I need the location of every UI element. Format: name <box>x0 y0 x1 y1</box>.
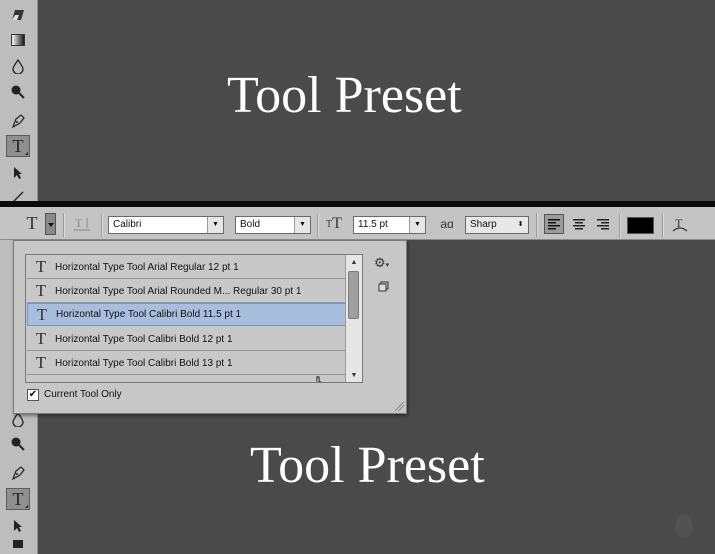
separator <box>317 213 319 237</box>
type-tool-preset-icon: T <box>26 212 38 233</box>
current-tool-only-checkbox[interactable]: ✔ <box>27 389 39 401</box>
options-bar: T T Calibri ▼ Bold ▼ TT 11.5 pt ▼ aɑ Sha… <box>0 207 715 240</box>
top-title: Tool Preset <box>227 67 462 124</box>
font-size-select[interactable]: 11.5 pt ▼ <box>353 216 426 234</box>
gear-menu-icon[interactable]: ⚙▾ <box>374 255 389 271</box>
preset-label: Horizontal Type Tool Calibri Bold 13 pt … <box>55 357 233 369</box>
blur-tool-icon[interactable] <box>6 55 30 77</box>
tools-panel-top: T <box>0 0 38 203</box>
font-family-value: Calibri <box>113 219 142 230</box>
list-item[interactable]: T Horizontal Type Tool Arial Rounded M..… <box>27 280 346 303</box>
font-size-icon: TT <box>326 215 342 232</box>
preset-label: Horizontal Type Tool Arial Rounded M... … <box>55 285 302 297</box>
pen-tool-icon[interactable] <box>6 110 30 132</box>
type-preset-icon: T <box>35 329 47 348</box>
anti-alias-icon: aɑ <box>436 214 458 234</box>
font-size-value: 11.5 pt <box>358 219 388 230</box>
toggle-text-orientation-icon[interactable]: T <box>72 214 92 234</box>
separator <box>536 213 538 237</box>
list-item[interactable]: T Horizontal Type Tool Arial Regular 12 … <box>27 256 346 279</box>
type-tool-icon[interactable]: T <box>6 135 30 157</box>
type-preset-icon: T <box>35 281 47 300</box>
align-right-button[interactable] <box>593 214 613 234</box>
preset-list-scrollbar[interactable]: ▲ ▼ <box>345 255 362 382</box>
list-item[interactable]: T Horizontal Type Tool Calibri Bold 12 p… <box>27 328 346 351</box>
new-preset-icon[interactable] <box>378 281 389 295</box>
font-family-select[interactable]: Calibri ▼ <box>108 216 224 234</box>
separator <box>63 213 65 237</box>
type-tool-icon[interactable]: T <box>6 488 30 510</box>
anti-alias-value: Sharp <box>470 219 497 230</box>
dodge-tool-icon[interactable] <box>6 81 30 103</box>
font-style-select[interactable]: Bold ▼ <box>235 216 311 234</box>
font-style-value: Bold <box>240 219 261 230</box>
separator <box>101 213 103 237</box>
anti-alias-select[interactable]: Sharp ⬍ <box>465 216 529 234</box>
tool-preset-picker-button[interactable] <box>45 213 56 235</box>
type-preset-icon: T <box>35 257 47 276</box>
chevron-down-icon: ▼ <box>294 217 310 233</box>
preset-list: T Horizontal Type Tool Arial Regular 12 … <box>25 254 363 383</box>
path-selection-icon[interactable] <box>6 162 30 184</box>
spinner-icon: ⬍ <box>517 221 524 228</box>
preset-label: Horizontal Type Tool Calibri Bold 11.5 p… <box>56 309 242 320</box>
resize-grip-icon[interactable] <box>395 402 404 411</box>
chevron-down-icon: ▼ <box>207 217 223 233</box>
scroll-down-icon[interactable]: ▼ <box>346 368 362 382</box>
list-item-partial: T <box>27 376 346 383</box>
current-tool-only-label: Current Tool Only <box>44 389 122 400</box>
svg-text:T: T <box>75 216 83 230</box>
pen-tool-icon[interactable] <box>6 462 30 484</box>
photoshop-watermark-icon <box>675 514 693 538</box>
type-preset-icon: T <box>36 304 48 324</box>
type-preset-icon: T <box>27 378 55 383</box>
type-preset-icon: T <box>35 353 47 372</box>
align-center-button[interactable] <box>569 214 589 234</box>
eraser-icon[interactable] <box>6 4 30 26</box>
text-color-swatch[interactable] <box>627 217 654 234</box>
scrollbar-thumb[interactable] <box>348 271 359 319</box>
anti-alias-glyph: aɑ <box>440 217 454 231</box>
align-left-button[interactable] <box>544 214 564 234</box>
separator <box>619 213 621 237</box>
chevron-down-icon: ▼ <box>409 217 425 233</box>
dodge-tool-icon[interactable] <box>6 433 30 455</box>
separator <box>662 213 664 237</box>
list-item[interactable]: T Horizontal Type Tool Calibri Bold 13 p… <box>27 352 346 375</box>
rectangle-tool-icon[interactable] <box>6 536 30 552</box>
path-selection-icon[interactable] <box>6 515 30 537</box>
list-item-selected[interactable]: T Horizontal Type Tool Calibri Bold 11.5… <box>27 303 346 382</box>
preset-label: Horizontal Type Tool Arial Regular 12 pt… <box>55 261 239 273</box>
warp-text-icon[interactable]: T <box>670 214 690 234</box>
scroll-up-icon[interactable]: ▲ <box>346 255 362 269</box>
bottom-title: Tool Preset <box>250 437 485 494</box>
tool-preset-picker: T Horizontal Type Tool Arial Regular 12 … <box>13 240 407 414</box>
gradient-tool-icon[interactable] <box>6 29 30 51</box>
preset-label: Horizontal Type Tool Calibri Bold 12 pt … <box>55 333 233 345</box>
